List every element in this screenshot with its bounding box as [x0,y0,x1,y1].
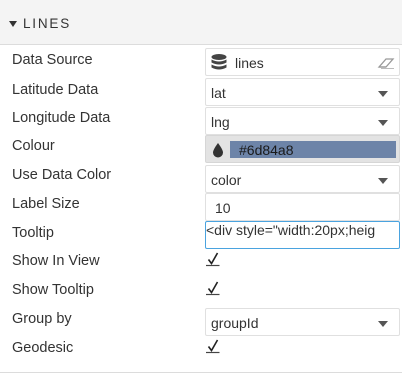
panel-bottom-divider [0,372,402,373]
use-data-color-dropdown[interactable]: color [205,165,400,193]
tooltip-value: <div style="width:20px;heig [206,222,376,238]
chevron-down-icon [378,120,388,126]
color-drop-icon [213,143,223,158]
group-by-dropdown[interactable]: groupId [205,308,400,336]
data-source-field[interactable]: lines [205,48,400,76]
longitude-data-value: lng [211,114,230,130]
longitude-data-dropdown[interactable]: lng [205,107,400,135]
colour-swatch[interactable]: #6d84a8 [230,141,396,158]
label-size-label: Label Size [12,196,80,212]
chevron-down-icon [378,178,388,184]
show-tooltip-checkbox[interactable] [205,280,221,298]
collapse-caret-icon[interactable] [9,21,17,27]
lines-properties-panel: LINES Data Source lines Latitude Data la… [0,0,402,374]
label-size-value: 10 [215,200,231,216]
group-by-label: Group by [12,311,72,327]
colour-label: Colour [12,138,55,154]
geodesic-label: Geodesic [12,340,74,356]
group-by-value: groupId [211,315,259,331]
latitude-data-dropdown[interactable]: lat [205,78,400,106]
longitude-data-label: Longitude Data [12,110,111,126]
show-in-view-label: Show In View [12,253,100,269]
chevron-down-icon [378,91,388,97]
use-data-color-value: color [211,172,242,188]
latitude-data-value: lat [211,85,226,101]
database-icon [211,54,227,70]
data-source-value: lines [235,55,264,71]
colour-picker[interactable]: #6d84a8 [205,135,400,163]
show-tooltip-label: Show Tooltip [12,282,94,298]
show-in-view-checkbox[interactable] [205,251,221,269]
section-title: LINES [23,16,72,31]
chevron-down-icon [378,321,388,327]
eraser-icon[interactable] [377,56,395,70]
tooltip-input[interactable]: <div style="width:20px;heig [205,221,400,249]
latitude-data-label: Latitude Data [12,82,99,98]
use-data-color-label: Use Data Color [12,167,112,183]
section-header[interactable]: LINES [0,0,402,45]
tooltip-label: Tooltip [12,225,54,241]
geodesic-checkbox[interactable] [205,338,221,356]
colour-value: #6d84a8 [239,142,294,158]
label-size-input[interactable]: 10 [205,193,400,221]
data-source-label: Data Source [12,52,93,68]
